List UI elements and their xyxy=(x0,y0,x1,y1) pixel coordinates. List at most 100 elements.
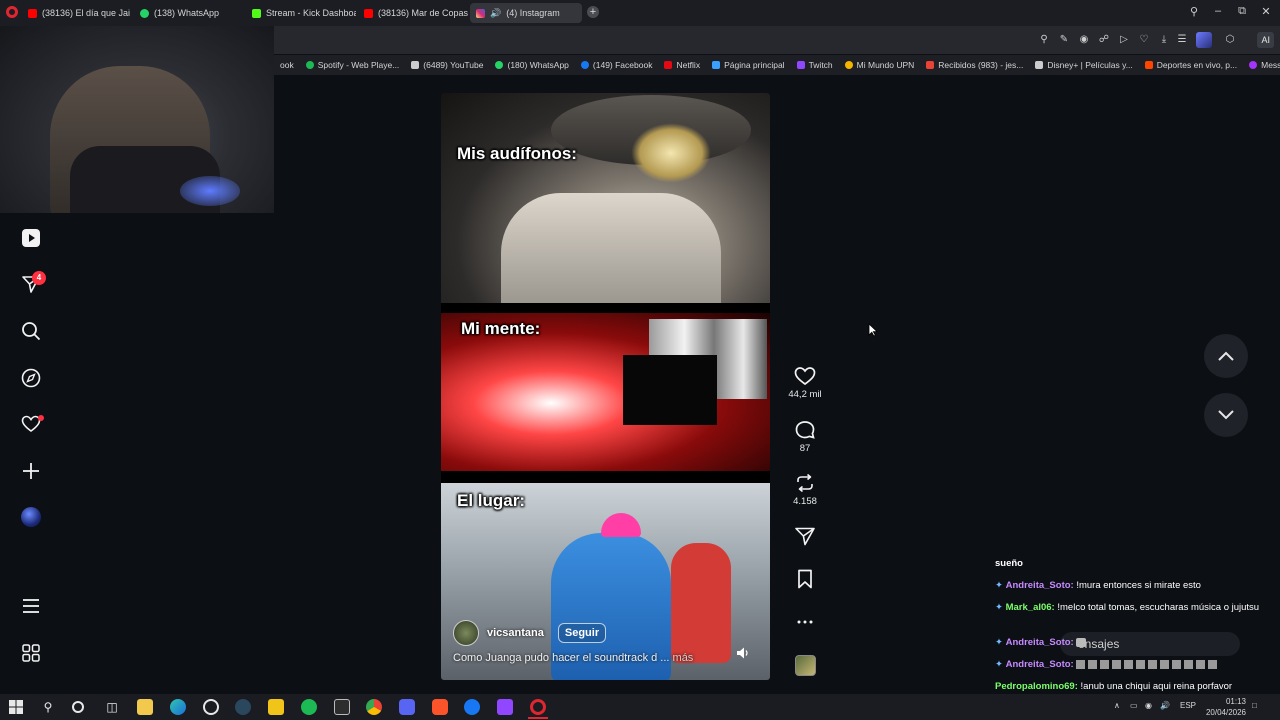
tab-whatsapp[interactable]: (138) WhatsApp xyxy=(134,3,242,23)
bookmark-item[interactable]: (180) WhatsApp xyxy=(489,60,574,70)
reel-caption[interactable]: Como Juanga pudo hacer el soundtrack d .… xyxy=(453,652,693,664)
tab-youtube-mar-de-copas[interactable]: (38136) Mar de Copas - L xyxy=(358,3,468,23)
search-icon[interactable] xyxy=(20,320,42,342)
windows-start-icon[interactable] xyxy=(8,699,24,715)
reel-video[interactable]: Mis audífonos: Mi mente: El lugar: vicsa… xyxy=(441,93,770,680)
explore-icon[interactable] xyxy=(20,367,42,389)
bookmark-item[interactable]: Página principal xyxy=(706,60,790,70)
minimize-button[interactable]: – xyxy=(1210,5,1226,17)
sword-icon: ✦ xyxy=(995,602,1003,613)
twitch-icon[interactable] xyxy=(497,699,513,715)
chat-username: Pedropalomino69: xyxy=(995,681,1078,692)
notifications-icon[interactable]: □ xyxy=(1252,701,1257,710)
steam-icon[interactable] xyxy=(235,699,251,715)
bookmark-item[interactable]: Spotify - Web Playe... xyxy=(300,60,406,70)
speaker-icon[interactable]: 🔊 xyxy=(490,8,501,19)
bookmark-item[interactable]: Mi Mundo UPN xyxy=(839,60,921,70)
discord-icon[interactable] xyxy=(399,699,415,715)
tray-chevron-icon[interactable]: ∧ xyxy=(1114,701,1120,710)
bookmark-item[interactable]: (6489) YouTube xyxy=(405,60,489,70)
epic-games-icon[interactable] xyxy=(334,699,350,715)
author-username[interactable]: vicsantana xyxy=(487,627,544,639)
bookmark-label: (6489) YouTube xyxy=(423,60,484,70)
restore-button[interactable]: ⧉ xyxy=(1234,5,1250,18)
bookmark-label: Netflix xyxy=(676,60,701,70)
tab-kick-dashboard[interactable]: Stream - Kick Dashboard xyxy=(246,3,356,23)
speaker-icon[interactable] xyxy=(736,646,750,660)
volume-icon[interactable]: 🔊 xyxy=(1160,701,1170,710)
repost-action[interactable]: 4.158 xyxy=(785,473,825,507)
tab-youtube-jaime[interactable]: (38136) El día que Jaime l xyxy=(22,3,130,23)
follow-button[interactable]: Seguir xyxy=(557,623,607,643)
bookmark-item[interactable]: Recibidos (983) - jes... xyxy=(920,60,1029,70)
spotify-icon[interactable] xyxy=(301,699,317,715)
cortana-icon[interactable] xyxy=(72,701,84,713)
profile-avatar[interactable] xyxy=(21,507,41,527)
search-tabs-icon[interactable]: ⚲ xyxy=(1186,5,1202,18)
chat-username: Andreita_Soto: xyxy=(1005,580,1074,591)
tab-instagram[interactable]: 🔊 (4) Instagram xyxy=(470,3,582,23)
bookmark-item[interactable]: Messenger xyxy=(1243,60,1280,70)
taskbar-clock[interactable]: 01:13 20/04/2026 xyxy=(1206,696,1246,718)
brave-icon[interactable] xyxy=(432,699,448,715)
bookmark-label: Página principal xyxy=(724,60,785,70)
bookmark-label: (180) WhatsApp xyxy=(507,60,569,70)
comment-action[interactable]: 87 xyxy=(785,420,825,454)
edge-icon[interactable] xyxy=(170,699,186,715)
edit-icon[interactable]: ✎ xyxy=(1058,34,1070,46)
bookmark-item[interactable]: Twitch xyxy=(791,60,839,70)
bookmark-item[interactable]: ook xyxy=(274,60,300,70)
opera-logo-icon[interactable] xyxy=(6,6,18,18)
bookmark-item[interactable]: Deportes en vivo, p... xyxy=(1139,60,1243,70)
sword-icon: ✦ xyxy=(995,637,1003,648)
more-dots-icon xyxy=(797,620,813,624)
camera-icon[interactable]: ◉ xyxy=(1078,34,1090,46)
more-link[interactable]: más xyxy=(673,652,694,664)
ai-button[interactable]: AI xyxy=(1257,32,1274,48)
notification-dot xyxy=(38,415,44,421)
network-icon[interactable]: ▭ xyxy=(1130,701,1138,710)
obs-icon[interactable] xyxy=(203,699,219,715)
audio-thumbnail[interactable] xyxy=(795,655,816,676)
comments-count: 87 xyxy=(799,443,811,454)
create-plus-icon[interactable] xyxy=(20,460,42,482)
meme-caption-2: Mi mente: xyxy=(461,319,541,338)
search-icon[interactable]: ⚲ xyxy=(40,699,56,715)
menu-icon[interactable]: ☰ xyxy=(1176,34,1188,46)
file-explorer-icon[interactable] xyxy=(137,699,153,715)
bookmark-item[interactable]: Disney+ | Películas y... xyxy=(1029,60,1138,70)
facebook-icon[interactable] xyxy=(464,699,480,715)
previous-reel-button[interactable] xyxy=(1204,334,1248,378)
reels-icon[interactable] xyxy=(20,227,42,249)
save-action[interactable] xyxy=(785,569,825,589)
tab-label: (38136) Mar de Copas - L xyxy=(378,8,468,18)
tray-app-icon[interactable]: ◉ xyxy=(1145,701,1152,710)
more-options-action[interactable] xyxy=(785,612,825,632)
opera-icon[interactable] xyxy=(530,699,546,715)
search-icon[interactable]: ⚲ xyxy=(1038,34,1050,46)
download-icon[interactable]: ⤓ xyxy=(1158,34,1170,46)
chrome-icon[interactable] xyxy=(366,699,382,715)
youtube-icon xyxy=(28,8,37,18)
next-reel-button[interactable] xyxy=(1204,393,1248,437)
play-icon[interactable]: ▷ xyxy=(1118,34,1130,46)
heart-icon[interactable]: ♡ xyxy=(1138,34,1150,46)
share-action[interactable] xyxy=(785,526,825,546)
shield-icon[interactable]: ☍ xyxy=(1098,34,1110,46)
app-icon[interactable] xyxy=(268,699,284,715)
close-window-button[interactable]: ✕ xyxy=(1258,5,1274,18)
more-menu-icon[interactable] xyxy=(20,595,42,617)
task-view-icon[interactable]: ◫ xyxy=(104,699,120,715)
bookmark-item[interactable]: (149) Facebook xyxy=(575,60,659,70)
bookmark-item[interactable]: Netflix xyxy=(658,60,706,70)
mariachi-jacket-shape xyxy=(501,193,721,303)
author-avatar[interactable] xyxy=(453,620,479,646)
apps-grid-icon[interactable] xyxy=(20,642,42,664)
bookmark-label: Recibidos (983) - jes... xyxy=(938,60,1024,70)
extensions-icon[interactable]: ⬡ xyxy=(1224,34,1236,46)
language-indicator[interactable]: ESP xyxy=(1180,701,1196,710)
new-tab-button[interactable]: + xyxy=(587,6,599,18)
profile-avatar-icon[interactable] xyxy=(1196,32,1212,48)
dark-screen-shape xyxy=(623,355,717,425)
like-action[interactable]: 44,2 mil xyxy=(785,366,825,400)
